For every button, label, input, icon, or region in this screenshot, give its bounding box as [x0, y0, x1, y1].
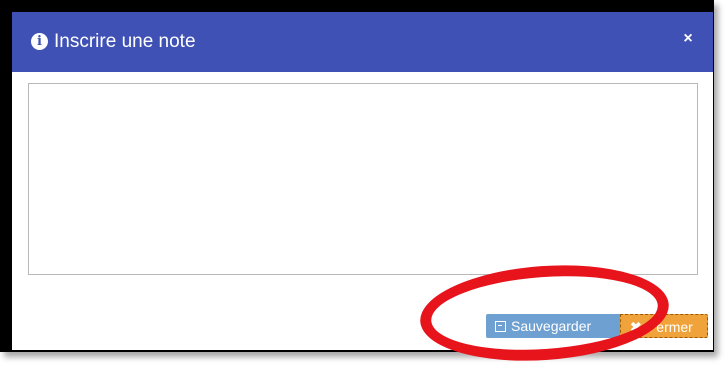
dialog-title: Inscrire une note	[54, 31, 196, 52]
close-button[interactable]: ✖ Fermer	[620, 314, 708, 338]
dialog-header: i Inscrire une note ×	[12, 12, 713, 72]
save-button[interactable]: Sauvegarder	[486, 314, 620, 338]
note-dialog: i Inscrire une note × Sauvegarder ✖ Ferme…	[12, 12, 713, 350]
floppy-disk-icon	[495, 321, 506, 332]
info-circle-icon: i	[31, 33, 48, 50]
screenshot-stage: i Inscrire une note × Sauvegarder ✖ Ferme…	[0, 0, 725, 369]
note-textarea[interactable]	[28, 83, 698, 275]
times-icon: ✖	[630, 319, 642, 335]
close-button-label: Fermer	[647, 319, 693, 335]
save-button-label: Sauvegarder	[511, 318, 592, 334]
close-icon[interactable]: ×	[679, 28, 697, 50]
